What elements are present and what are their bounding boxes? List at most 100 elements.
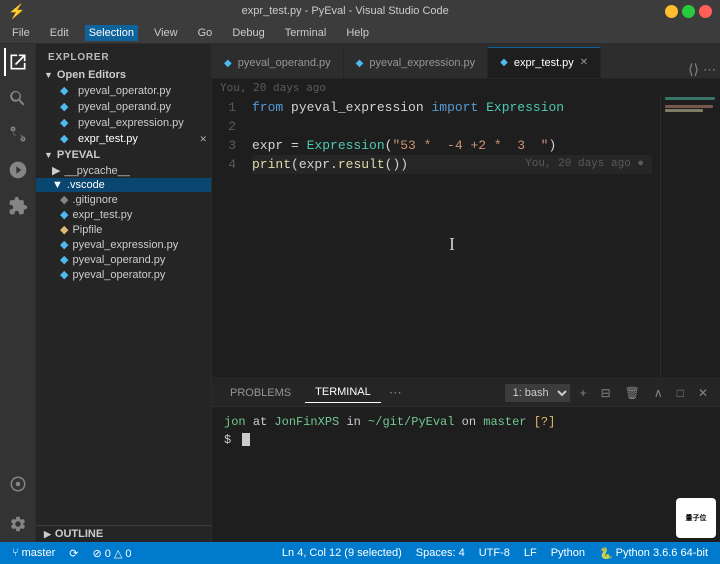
- minimap: [660, 96, 720, 377]
- maximize-button[interactable]: [682, 5, 695, 18]
- folder-vscode[interactable]: ▼ .vscode: [36, 178, 211, 192]
- panel-chevron-up-icon[interactable]: ∧: [650, 384, 667, 402]
- split-terminal-icon[interactable]: ⊟: [597, 384, 615, 402]
- py-icon: ◆: [60, 132, 74, 146]
- debug-icon[interactable]: [4, 156, 32, 184]
- tab-expr-test[interactable]: ◆ expr_test.py ✕: [488, 47, 601, 78]
- tab-problems[interactable]: PROBLEMS: [220, 383, 301, 403]
- pyeval-arrow: ▼: [44, 150, 53, 160]
- pyeval-label: PYEVAL: [57, 149, 100, 161]
- menu-help[interactable]: Help: [342, 25, 373, 41]
- new-terminal-icon[interactable]: +: [576, 384, 591, 402]
- panel-controls: 1: bash + ⊟ 🗑 ∧ □ ✕: [505, 384, 712, 402]
- close-button[interactable]: [699, 5, 712, 18]
- kill-terminal-icon[interactable]: 🗑: [621, 384, 644, 402]
- folder-label: __pycache__: [64, 165, 129, 177]
- file-pyeval-operand[interactable]: ◆ pyeval_operand.py: [36, 252, 211, 267]
- file-pyeval-operator[interactable]: ◆ pyeval_operator.py: [36, 267, 211, 282]
- line-numbers: 1 2 3 4: [212, 96, 244, 377]
- open-editors-arrow: ▼: [44, 70, 53, 80]
- encoding-text: UTF-8: [479, 547, 510, 559]
- folder-icon: ▶: [52, 164, 60, 177]
- status-errors[interactable]: ⊘ 0 △ 0: [86, 547, 137, 560]
- open-editors-section[interactable]: ▼ Open Editors: [36, 67, 211, 83]
- editor-item-operator[interactable]: ◆ pyeval_operator.py: [36, 83, 211, 99]
- explorer-icon[interactable]: [4, 48, 32, 76]
- editor-item-expression[interactable]: ◆ pyeval_expression.py: [36, 115, 211, 131]
- status-encoding[interactable]: UTF-8: [473, 547, 516, 559]
- more-actions-icon[interactable]: ⋯: [703, 62, 716, 78]
- panel-close-icon[interactable]: ✕: [694, 384, 712, 402]
- code-line-2: [252, 117, 652, 136]
- settings-icon[interactable]: [4, 510, 32, 538]
- file-label: expr_test.py: [78, 133, 138, 145]
- terminal-content[interactable]: jon at JonFinXPS in ~/git/PyEval on mast…: [212, 407, 720, 542]
- folder-pycache[interactable]: ▶ __pycache__: [36, 163, 211, 178]
- editor-area: ◆ pyeval_operand.py ◆ pyeval_expression.…: [212, 44, 720, 542]
- close-icon[interactable]: ✕: [199, 134, 207, 145]
- tab-label: expr_test.py: [514, 57, 574, 69]
- editor-controls: ⟨⟩ ⋯: [688, 61, 720, 78]
- explorer-title: Explorer: [36, 44, 211, 67]
- status-branch[interactable]: ⑂ master: [6, 547, 61, 559]
- menu-view[interactable]: View: [150, 25, 182, 41]
- py-icon: ◆: [500, 57, 508, 68]
- status-python[interactable]: 🐍 Python 3.6.6 64-bit: [593, 547, 714, 560]
- minimize-button[interactable]: [665, 5, 678, 18]
- spaces-text: Spaces: 4: [416, 547, 465, 559]
- tab-close-icon[interactable]: ✕: [580, 57, 588, 68]
- file-pyeval-expression[interactable]: ◆ pyeval_expression.py: [36, 237, 211, 252]
- errors-text: ⊘ 0 △ 0: [92, 547, 131, 560]
- source-control-icon[interactable]: [4, 120, 32, 148]
- editor-item-operand[interactable]: ◆ pyeval_operand.py: [36, 99, 211, 115]
- tab-terminal[interactable]: TERMINAL: [305, 382, 381, 403]
- minimap-line: [665, 97, 715, 100]
- file-icon: ◆: [60, 223, 68, 236]
- status-sync[interactable]: ⟳: [63, 547, 84, 560]
- file-label: pyeval_operator.py: [78, 85, 171, 97]
- extensions-icon[interactable]: [4, 192, 32, 220]
- editor-item-expr-test[interactable]: ◆ ✕ expr_test.py: [36, 131, 211, 147]
- menu-terminal[interactable]: Terminal: [281, 25, 331, 41]
- term-dollar: $: [224, 433, 231, 447]
- file-expr-test[interactable]: ◆ expr_test.py: [36, 207, 211, 222]
- code-line-1: from pyeval_expression import Expression: [252, 98, 652, 117]
- term-in: in: [346, 415, 368, 429]
- remote-icon[interactable]: [4, 470, 32, 498]
- menu-selection[interactable]: Selection: [85, 25, 138, 41]
- terminal-shell-select[interactable]: 1: bash: [505, 384, 570, 402]
- panel-maximize-icon[interactable]: □: [673, 384, 688, 402]
- menu-edit[interactable]: Edit: [46, 25, 73, 41]
- python-icon: 🐍: [599, 547, 613, 560]
- split-editor-icon[interactable]: ⟨⟩: [688, 61, 699, 78]
- search-icon[interactable]: [4, 84, 32, 112]
- titlebar: ⚡ expr_test.py - PyEval - Visual Studio …: [0, 0, 720, 22]
- term-host: JonFinXPS: [274, 415, 339, 429]
- terminal-prompt-line: jon at JonFinXPS in ~/git/PyEval on mast…: [224, 413, 708, 431]
- status-spaces[interactable]: Spaces: 4: [410, 547, 471, 559]
- file-gitignore[interactable]: ◆ .gitignore: [36, 192, 211, 207]
- code-content[interactable]: from pyeval_expression import Expression…: [244, 96, 660, 377]
- status-eol[interactable]: LF: [518, 547, 543, 559]
- outline-section[interactable]: ▶ OUTLINE: [36, 525, 211, 542]
- file-pipfile[interactable]: ◆ Pipfile: [36, 222, 211, 237]
- menu-go[interactable]: Go: [194, 25, 217, 41]
- menu-debug[interactable]: Debug: [228, 25, 268, 41]
- tab-pyeval-operand[interactable]: ◆ pyeval_operand.py: [212, 47, 344, 78]
- status-language[interactable]: Python: [545, 547, 591, 559]
- py-icon: ◆: [60, 84, 74, 98]
- branch-name: master: [22, 547, 56, 559]
- file-label: expr_test.py: [72, 209, 132, 221]
- menu-file[interactable]: File: [8, 25, 34, 41]
- term-bracket: [?]: [534, 415, 556, 429]
- outline-arrow: ▶: [44, 529, 51, 540]
- status-position[interactable]: Ln 4, Col 12 (9 selected): [276, 547, 408, 559]
- pyeval-section[interactable]: ▼ PYEVAL: [36, 147, 211, 163]
- language-text: Python: [551, 547, 585, 559]
- file-label: Pipfile: [72, 224, 102, 236]
- py-icon: ◆: [60, 116, 74, 130]
- tab-pyeval-expression[interactable]: ◆ pyeval_expression.py: [344, 47, 489, 78]
- py-icon: ◆: [60, 238, 68, 251]
- panel-more-icon[interactable]: ⋯: [385, 385, 406, 401]
- code-editor[interactable]: 1 2 3 4 from pyeval_expression import Ex…: [212, 96, 720, 377]
